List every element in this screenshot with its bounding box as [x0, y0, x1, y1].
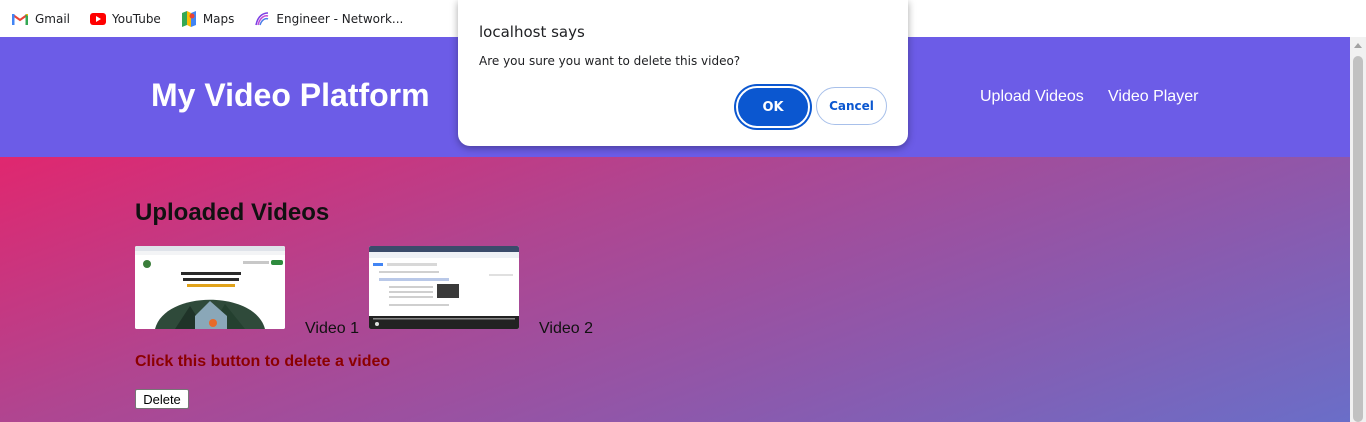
nav-upload-videos[interactable]: Upload Videos — [980, 88, 1084, 106]
maps-icon — [181, 10, 197, 27]
section-title: Uploaded Videos — [135, 199, 330, 226]
ok-button[interactable]: OK — [736, 86, 810, 128]
video-thumbnail-2[interactable] — [369, 246, 519, 329]
video-label-2: Video 2 — [539, 320, 593, 337]
scroll-up-arrow-icon[interactable] — [1354, 43, 1362, 48]
engineer-icon — [254, 11, 270, 27]
cancel-button[interactable]: Cancel — [816, 87, 887, 125]
bookmark-label: YouTube — [112, 11, 161, 26]
dialog-title: localhost says — [479, 23, 585, 41]
video-label-1: Video 1 — [305, 320, 359, 337]
delete-hint: Click this button to delete a video — [135, 353, 391, 370]
delete-button[interactable]: Delete — [135, 389, 189, 409]
confirm-dialog: localhost says Are you sure you want to … — [458, 0, 908, 146]
bookmark-engineer[interactable]: Engineer - Network... — [254, 11, 403, 27]
bookmark-label: Engineer - Network... — [276, 11, 404, 26]
bookmark-maps[interactable]: Maps — [181, 10, 235, 27]
scroll-thumb[interactable] — [1353, 56, 1363, 422]
youtube-icon — [90, 11, 107, 27]
video-thumbnail-1[interactable] — [135, 246, 285, 329]
bookmark-gmail[interactable]: Gmail — [12, 11, 70, 27]
nav-video-player[interactable]: Video Player — [1108, 88, 1198, 106]
site-title: My Video Platform — [151, 77, 430, 113]
gmail-icon — [12, 11, 28, 27]
bookmark-youtube[interactable]: YouTube — [90, 11, 161, 27]
bookmark-label: Gmail — [35, 11, 71, 26]
dialog-message: Are you sure you want to delete this vid… — [479, 54, 741, 68]
page-scrollbar[interactable] — [1350, 37, 1366, 422]
main-content: Uploaded Videos Video 1 Video 2 Click th… — [0, 157, 1350, 422]
bookmark-label: Maps — [202, 11, 235, 26]
